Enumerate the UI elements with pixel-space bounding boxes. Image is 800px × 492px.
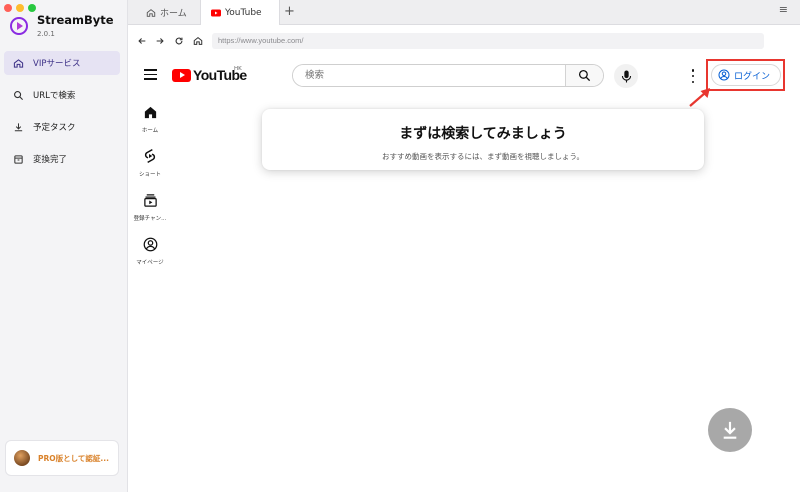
pro-activation-button[interactable]: PRO版として認証...	[5, 440, 119, 476]
youtube-logo[interactable]: YouTube HK	[172, 66, 247, 83]
tab-youtube[interactable]: YouTube	[200, 0, 280, 25]
back-button[interactable]	[136, 35, 148, 47]
voice-search-button[interactable]	[614, 64, 638, 88]
youtube-play-icon	[172, 68, 191, 82]
hamburger-menu-icon[interactable]	[144, 69, 157, 80]
shorts-icon	[128, 146, 172, 166]
empty-feed-card: まずは検索してみましょう おすすめ動画を表示するには、まず動画を視聴しましょう。	[262, 109, 704, 170]
minimize-window-button[interactable]	[16, 4, 24, 12]
more-options-icon[interactable]	[690, 69, 696, 83]
guide-item-home[interactable]: ホーム	[128, 102, 172, 134]
youtube-icon	[211, 9, 221, 17]
new-tab-button[interactable]: +	[284, 4, 295, 19]
app-logo: StreamByte 2.0.1	[10, 14, 114, 38]
microphone-icon	[621, 70, 631, 82]
forward-button[interactable]	[154, 35, 166, 47]
tab-label: YouTube	[225, 7, 262, 18]
card-subtitle: おすすめ動画を表示するには、まず動画を視聴しましょう。	[381, 152, 585, 161]
sidebar-item-scheduled-tasks[interactable]: 予定タスク	[4, 115, 120, 139]
zoom-window-button[interactable]	[28, 4, 36, 12]
home-button[interactable]	[192, 35, 204, 47]
tab-home[interactable]: ホーム	[128, 0, 200, 25]
home-icon	[146, 8, 156, 18]
account-circle-icon	[718, 69, 730, 81]
app-window: StreamByte 2.0.1 VIPサービス URLで検索 予定タスク 変換…	[0, 0, 800, 492]
menu-icon[interactable]: ≡	[779, 3, 788, 16]
guide-item-label: マイページ	[136, 260, 164, 266]
download-icon	[12, 121, 24, 133]
youtube-search	[292, 64, 604, 87]
sidebar-item-label: URLで検索	[33, 91, 76, 101]
address-bar	[128, 25, 800, 58]
home-icon	[12, 57, 24, 69]
sidebar-item-converted[interactable]: 変換完了	[4, 147, 120, 171]
guide-item-label: ショート	[138, 172, 161, 178]
inbox-icon	[12, 153, 24, 165]
sidebar-item-vip[interactable]: VIPサービス	[4, 51, 120, 75]
guide-item-label: 登録チャン...	[133, 216, 167, 222]
account-icon	[128, 234, 172, 254]
region-badge: HK	[234, 66, 242, 72]
guide-item-label: ホーム	[141, 128, 159, 134]
streambyte-logo-icon	[10, 17, 28, 35]
annotation-arrow-icon	[689, 88, 710, 107]
avatar	[14, 450, 30, 466]
app-sidebar: StreamByte 2.0.1 VIPサービス URLで検索 予定タスク 変換…	[0, 0, 128, 492]
search-icon	[578, 69, 591, 82]
card-title: まずは検索してみましょう	[399, 126, 567, 142]
reload-button[interactable]	[173, 35, 185, 47]
sidebar-item-url-search[interactable]: URLで検索	[4, 83, 120, 107]
search-input[interactable]	[293, 65, 565, 86]
window-controls	[4, 4, 36, 12]
tab-label: ホーム	[160, 9, 187, 19]
download-fab-button[interactable]	[708, 408, 752, 452]
sidebar-item-label: 予定タスク	[33, 123, 76, 133]
youtube-page: YouTube HK ログイン	[128, 58, 800, 492]
sidebar-nav: VIPサービス URLで検索 予定タスク 変換完了	[4, 51, 120, 179]
sidebar-item-label: 変換完了	[33, 155, 68, 165]
search-icon	[12, 89, 24, 101]
app-name: StreamByte	[37, 13, 114, 27]
download-icon	[723, 421, 737, 439]
home-filled-icon	[128, 102, 172, 122]
pro-activation-label: PRO版として認証...	[38, 453, 109, 463]
login-label: ログイン	[734, 71, 771, 82]
close-window-button[interactable]	[4, 4, 12, 12]
search-button[interactable]	[565, 65, 603, 86]
subscriptions-icon	[128, 190, 172, 210]
youtube-guide-rail: ホーム ショート 登録チャン... マイページ	[128, 102, 172, 278]
browser-tab-bar: ホーム YouTube + ≡	[128, 0, 800, 25]
guide-item-my-page[interactable]: マイページ	[128, 234, 172, 266]
app-version: 2.0.1	[37, 30, 55, 38]
guide-item-shorts[interactable]: ショート	[128, 146, 172, 178]
guide-item-subscriptions[interactable]: 登録チャン...	[128, 190, 172, 222]
sidebar-item-label: VIPサービス	[33, 59, 81, 69]
login-button[interactable]: ログイン	[711, 64, 781, 86]
url-input[interactable]	[212, 33, 764, 49]
